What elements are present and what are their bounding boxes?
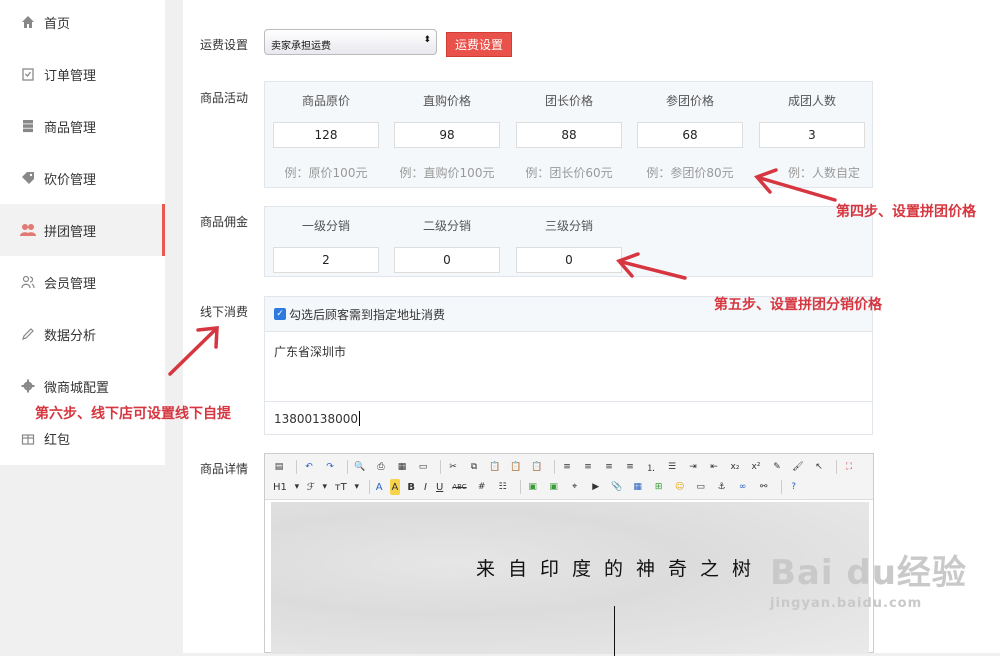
step6-arrow xyxy=(168,326,219,376)
watermark-main: Bai du经验 xyxy=(770,553,967,593)
step5-annotation: 第五步、设置拼团分销价格 xyxy=(714,297,882,313)
watermark-sub: jingyan.baidu.com xyxy=(770,596,923,611)
baidu-watermark: Bai du经验 jingyan.baidu.com xyxy=(770,545,967,611)
step4-arrow xyxy=(754,168,837,202)
step6-annotation: 第六步、线下店可设置线下自提 xyxy=(35,406,231,422)
step5-arrow xyxy=(616,252,687,280)
step4-annotation: 第四步、设置拼团价格 xyxy=(836,204,976,220)
